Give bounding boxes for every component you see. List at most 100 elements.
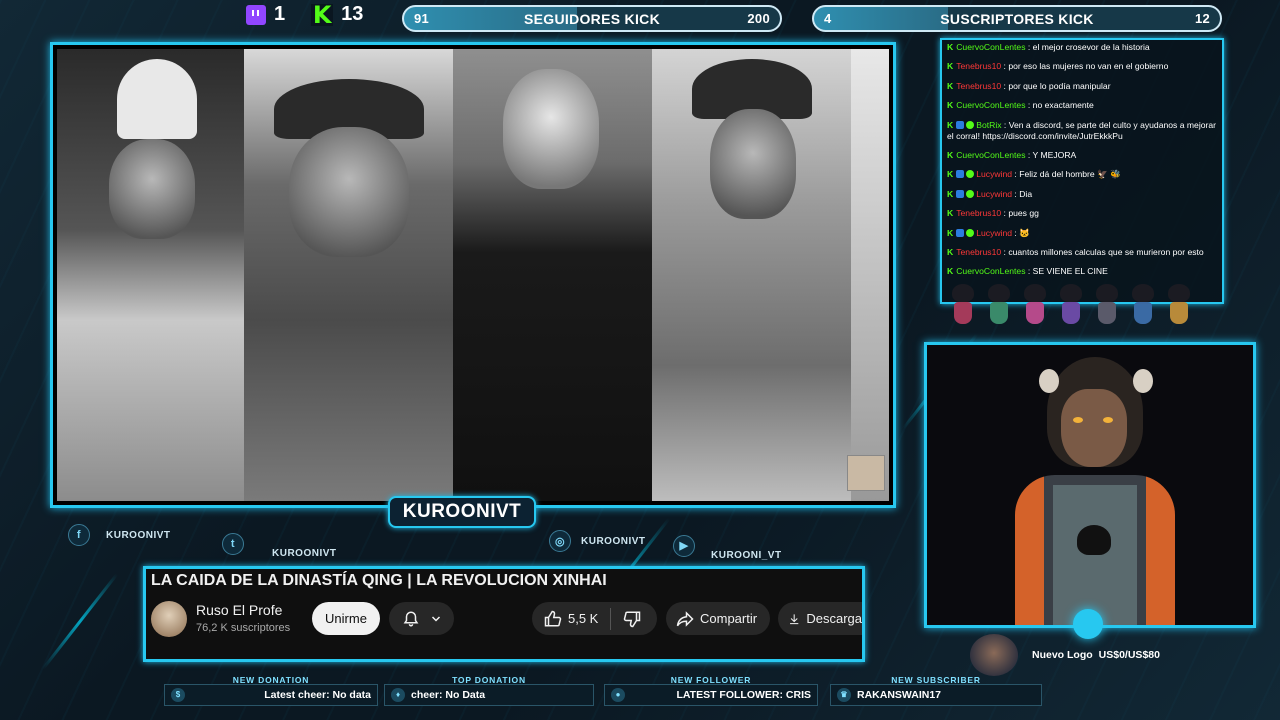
chat-message: K Lucywind : 🐱 bbox=[947, 227, 1030, 238]
social-youtube: ▶ KUROONI_VT bbox=[673, 530, 782, 561]
chat-message: K CuervoConLentes : Y MEJORA bbox=[947, 149, 1077, 160]
portrait-photo bbox=[244, 49, 454, 501]
kick-icon: K bbox=[947, 149, 954, 160]
chibi-avatar bbox=[1092, 280, 1122, 330]
video-image bbox=[57, 49, 889, 501]
top-donation-icon: ♦ bbox=[391, 688, 405, 702]
chat-username[interactable]: CuervoConLentes bbox=[956, 100, 1025, 110]
download-button[interactable]: Descarga bbox=[778, 602, 862, 635]
share-button[interactable]: Compartir bbox=[666, 602, 770, 635]
chat-username[interactable]: Tenebrus10 bbox=[956, 208, 1001, 218]
chat-message: K Tenebrus10 : cuantos millones calculas … bbox=[947, 246, 1204, 257]
chibi-avatar bbox=[1164, 280, 1194, 330]
kick-icon: K bbox=[947, 169, 954, 180]
social-handle: KUROONI_VT bbox=[711, 550, 782, 561]
horn-icon bbox=[1133, 369, 1153, 393]
notifications-button[interactable] bbox=[389, 602, 454, 635]
chibi-avatar bbox=[1128, 280, 1158, 330]
donation-goal-name: Nuevo Logo bbox=[1032, 649, 1093, 661]
verified-icon bbox=[966, 120, 975, 129]
facebook-icon: f bbox=[68, 524, 90, 546]
chat-username[interactable]: Lucywind bbox=[976, 189, 1012, 199]
avatar-eye bbox=[1073, 417, 1083, 423]
chat-username[interactable]: Lucywind bbox=[976, 169, 1012, 179]
social-facebook: f KUROONIVT bbox=[68, 524, 171, 546]
chat-message: K BotRix : Ven a discord, se parte del cu… bbox=[947, 119, 1217, 141]
goal-title: SEGUIDORES KICK bbox=[524, 10, 660, 27]
chat-username[interactable]: CuervoConLentes bbox=[956, 42, 1025, 52]
alert-new-subscriber: NEW SUBSCRIBER ♛ RAKANSWAIN17 bbox=[830, 675, 1042, 709]
goal-title: SUSCRIPTORES KICK bbox=[940, 10, 1094, 27]
twitter-icon: t bbox=[222, 532, 244, 555]
youtube-video-info: LA CAIDA DE LA DINASTÍA QING | LA REVOLU… bbox=[143, 566, 865, 662]
kick-icon: K bbox=[947, 208, 954, 219]
goal-target: 12 bbox=[1194, 11, 1210, 26]
kick-icon: K bbox=[947, 119, 954, 130]
join-button[interactable]: Unirme bbox=[312, 602, 380, 635]
portrait-photo bbox=[453, 49, 653, 501]
chat-text: por que lo podía manipular bbox=[1008, 80, 1111, 91]
kick-viewer-count: 13 bbox=[341, 3, 364, 25]
youtube-icon: ▶ bbox=[673, 534, 695, 557]
badge-icon bbox=[956, 189, 965, 198]
video-watermark bbox=[847, 455, 885, 491]
vtuber-webcam bbox=[924, 342, 1256, 639]
instagram-icon: ◎ bbox=[549, 530, 571, 552]
chat-text: pues gg bbox=[1008, 208, 1039, 219]
followers-goal-bar: 91 SEGUIDORES KICK 200 bbox=[402, 5, 782, 32]
thumbs-up-icon bbox=[544, 610, 562, 626]
horn-icon bbox=[1039, 369, 1059, 393]
chat-username[interactable]: Lucywind bbox=[976, 228, 1012, 238]
like-dislike-group: 5,5 K bbox=[532, 602, 657, 635]
chat-text: SE VIENE EL CINE bbox=[1032, 266, 1108, 277]
main-video[interactable] bbox=[50, 42, 896, 508]
alert-box: ♦ cheer: No Data bbox=[384, 684, 594, 706]
kick-icon: K bbox=[947, 246, 954, 257]
verified-icon bbox=[966, 189, 975, 198]
chat-message: K CuervoConLentes : el mejor crosevor de … bbox=[947, 42, 1150, 52]
like-button[interactable]: 5,5 K bbox=[532, 602, 610, 635]
download-icon bbox=[790, 613, 799, 624]
bell-icon bbox=[403, 610, 418, 626]
chat-text: el mejor crosevor de la historia bbox=[1032, 42, 1150, 52]
thumbs-down-icon bbox=[624, 611, 641, 627]
channel-avatar[interactable] bbox=[151, 601, 187, 637]
donation-goal-amount: US$0/US$80 bbox=[1098, 649, 1160, 661]
avatar-shirt bbox=[1053, 485, 1137, 625]
goal-current: 4 bbox=[824, 11, 832, 26]
channel-name[interactable]: Ruso El Profe bbox=[196, 602, 282, 618]
chat-username[interactable]: BotRix bbox=[976, 120, 1001, 130]
goal-target: 200 bbox=[747, 11, 770, 26]
alert-new-donation: NEW DONATION $ Latest cheer: No data bbox=[164, 675, 378, 709]
chat-text: Feliz dá del hombre 🦅 🐝 bbox=[1019, 169, 1121, 180]
twitch-viewer-count: 1 bbox=[274, 3, 286, 25]
chatter-avatars bbox=[948, 280, 1194, 330]
chevron-down-icon bbox=[431, 615, 440, 622]
dislike-button[interactable] bbox=[611, 602, 653, 635]
social-instagram: ◎ KUROONIVT bbox=[549, 530, 646, 552]
chat-username[interactable]: Tenebrus10 bbox=[956, 247, 1001, 257]
badge-icon bbox=[956, 170, 965, 179]
social-handle: KUROONIVT bbox=[272, 548, 337, 559]
chat-text: cuantos millones calculas que se muriero… bbox=[1008, 246, 1204, 257]
chat-username[interactable]: CuervoConLentes bbox=[956, 150, 1025, 160]
chibi-avatar bbox=[948, 280, 978, 330]
chat-message: K Lucywind : Feliz dá del hombre 🦅 🐝 bbox=[947, 169, 1121, 180]
chat-username[interactable]: CuervoConLentes bbox=[956, 266, 1025, 276]
chat-text: Dia bbox=[1019, 188, 1033, 199]
alert-box: ♛ RAKANSWAIN17 bbox=[830, 684, 1042, 706]
alert-value: LATEST FOLLOWER: CRIS bbox=[676, 689, 811, 701]
chat-message: K Tenebrus10 : por que lo podía manipular bbox=[947, 80, 1111, 91]
chat-message: K Tenebrus10 : por eso las mujeres no van… bbox=[947, 61, 1169, 72]
chat-username[interactable]: Tenebrus10 bbox=[956, 61, 1001, 71]
kick-icon: K bbox=[947, 80, 954, 91]
chat-username[interactable]: Tenebrus10 bbox=[956, 81, 1001, 91]
social-handle: KUROONIVT bbox=[106, 529, 171, 541]
avatar-eye bbox=[1103, 417, 1113, 423]
share-icon bbox=[676, 610, 694, 627]
video-title[interactable]: LA CAIDA DE LA DINASTÍA QING | LA REVOLU… bbox=[151, 572, 607, 590]
skull-print-icon bbox=[1077, 525, 1111, 555]
twitch-icon bbox=[246, 4, 266, 25]
chat-message: K Lucywind : Dia bbox=[947, 188, 1033, 199]
channel-name-tag: KUROONIVT bbox=[388, 496, 536, 528]
